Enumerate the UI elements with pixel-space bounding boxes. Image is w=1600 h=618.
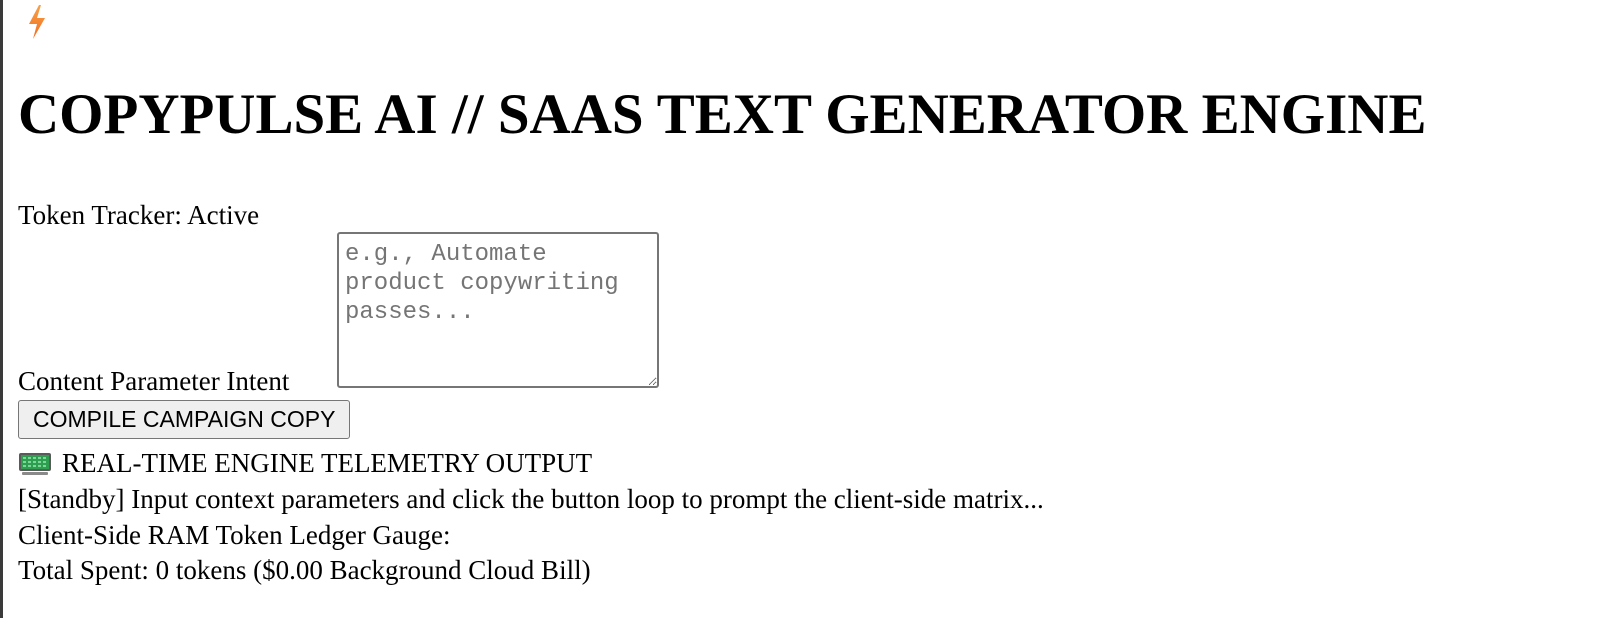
intent-textarea[interactable] (337, 232, 659, 388)
window-left-border (0, 0, 3, 618)
telemetry-heading-label: REAL-TIME ENGINE TELEMETRY OUTPUT (62, 448, 593, 478)
intent-label: Content Parameter Intent (18, 366, 290, 396)
telemetry-output: [Standby] Input context parameters and c… (18, 484, 1044, 514)
token-ledger-gauge-label: Client-Side RAM Token Ledger Gauge: (18, 520, 451, 550)
lightning-bolt-icon (26, 4, 48, 40)
token-tracker-status: Token Tracker: Active (18, 200, 260, 230)
page-title: COPYPULSE AI // SAAS TEXT GENERATOR ENGI… (18, 83, 1427, 146)
total-spent-readout: Total Spent: 0 tokens ($0.00 Background … (18, 555, 591, 585)
monitor-icon (18, 452, 52, 476)
compile-campaign-copy-button[interactable]: COMPILE CAMPAIGN COPY (18, 400, 351, 439)
telemetry-heading: REAL-TIME ENGINE TELEMETRY OUTPUT (18, 446, 592, 480)
